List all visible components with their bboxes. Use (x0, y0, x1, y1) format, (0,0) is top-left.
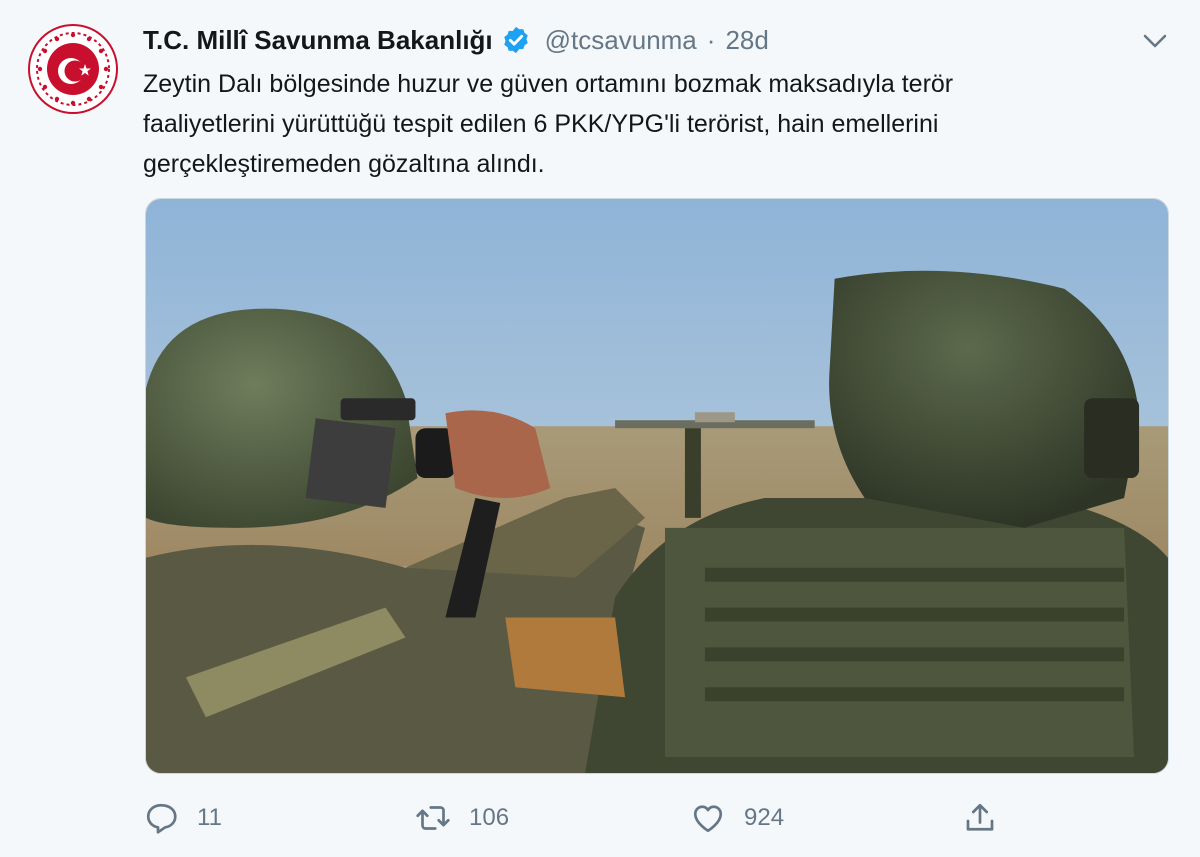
tweet-actions: 11 106 924 (0, 790, 1200, 846)
verified-badge-icon (503, 26, 528, 54)
tweet-header: T.C. Millî Savunma Bakanlığı @tcsavunma … (143, 22, 769, 58)
soldiers-photo (146, 199, 1168, 773)
ministry-emblem-icon (33, 29, 113, 109)
tweet-text: Zeytin Dalı bölgesinde huzur ve güven or… (143, 64, 1173, 184)
like-count: 924 (744, 804, 785, 831)
retweet-button[interactable]: 106 (415, 790, 509, 846)
tweet-timestamp[interactable]: 28d (725, 25, 768, 56)
reply-button[interactable]: 11 (143, 790, 222, 846)
tweet-text-line: Zeytin Dalı bölgesinde huzur ve güven or… (143, 70, 954, 98)
heart-icon (693, 805, 723, 833)
tweet-photo[interactable] (145, 198, 1169, 774)
tweet-text-line: gerçekleştiremeden gözaltına alındı. (143, 150, 545, 178)
retweet-icon (416, 806, 450, 830)
tweet-text-line: faaliyetlerini yürüttüğü tespit edilen 6… (143, 110, 939, 138)
author-name[interactable]: T.C. Millî Savunma Bakanlığı (143, 25, 493, 56)
separator-dot: · (706, 24, 716, 55)
share-icon (966, 803, 994, 831)
author-handle[interactable]: @tcsavunma (545, 25, 697, 56)
tweet[interactable]: T.C. Millî Savunma Bakanlığı @tcsavunma … (0, 0, 1200, 857)
retweet-count: 106 (469, 804, 510, 831)
chevron-down-icon[interactable] (1140, 26, 1170, 56)
reply-icon (146, 803, 177, 834)
like-button[interactable]: 924 (690, 790, 784, 846)
reply-count: 11 (197, 804, 222, 831)
share-button[interactable] (962, 790, 998, 846)
author-avatar[interactable] (28, 24, 118, 114)
